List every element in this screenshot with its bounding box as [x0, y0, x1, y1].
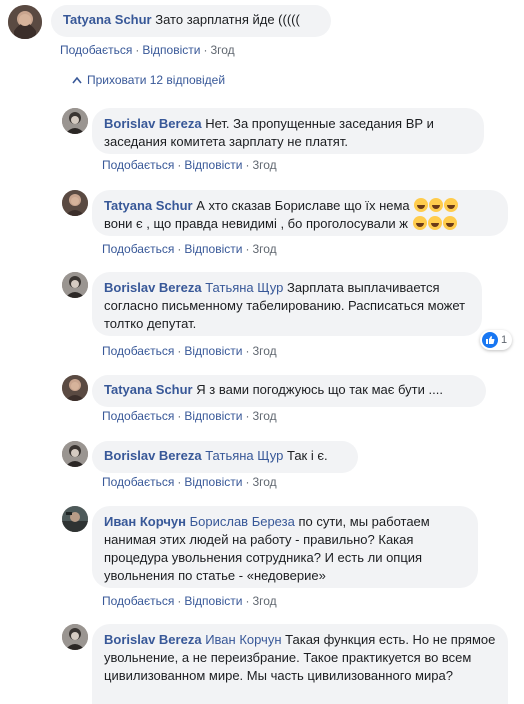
comment-time[interactable]: 3год	[210, 43, 234, 57]
laughing-emoji-icon	[427, 216, 442, 230]
comment-text: Так і є.	[286, 448, 328, 463]
person-photo-icon	[62, 108, 88, 134]
hide-replies-label: Приховати 12 відповідей	[87, 73, 226, 87]
comment-author[interactable]: Borislav Bereza	[104, 280, 202, 295]
person-photo-icon	[62, 624, 88, 650]
comment-actions: Подобається · Відповісти · 3год	[102, 158, 277, 172]
like-link[interactable]: Подобається	[60, 43, 132, 57]
comment-actions: Подобається · Відповісти · 3год	[102, 344, 277, 358]
like-link[interactable]: Подобається	[102, 158, 174, 172]
comment-actions: Подобається · Відповісти · 3год	[102, 242, 277, 256]
chevron-up-icon	[72, 76, 82, 84]
comment-time[interactable]: 3год	[252, 344, 276, 358]
avatar[interactable]	[62, 506, 88, 532]
comment-time[interactable]: 3год	[252, 409, 276, 423]
person-photo-icon	[62, 272, 88, 298]
reply-link[interactable]: Відповісти	[184, 594, 242, 608]
comment-actions: Подобається · Відповісти · 3год	[102, 475, 277, 489]
comment-bubble: Borislav Bereza Татьяна Щур Зарплата вып…	[92, 272, 482, 336]
comment-author[interactable]: Borislav Bereza	[104, 116, 202, 131]
reply-link[interactable]: Відповісти	[184, 242, 242, 256]
like-link[interactable]: Подобається	[102, 594, 174, 608]
mention-link[interactable]: Борислав Береза	[190, 514, 295, 529]
comment-bubble: Borislav Bereza Иван Корчун Такая функци…	[92, 624, 508, 704]
comment-bubble: Иван Корчун Борислав Береза по сути, мы …	[92, 506, 478, 588]
reply-link[interactable]: Відповісти	[184, 409, 242, 423]
avatar[interactable]	[62, 272, 88, 298]
like-link[interactable]: Подобається	[102, 409, 174, 423]
comment-bubble: Tatyana Schur Я з вами погоджуюсь що так…	[92, 375, 486, 407]
laughing-emoji-icon	[442, 216, 457, 230]
thumbs-up-icon	[482, 332, 498, 348]
comment-text-line1: А хто сказав Бориславе що їх нема	[196, 198, 410, 213]
avatar[interactable]	[8, 5, 42, 39]
laughing-emoji-icon	[429, 198, 444, 212]
reaction-count[interactable]: 1	[480, 330, 513, 350]
comment-text-line2: вони є , що правда невидимі , бо проголо…	[104, 216, 408, 231]
comment-time[interactable]: 3год	[252, 158, 276, 172]
reply-link[interactable]: Відповісти	[142, 43, 200, 57]
laughing-emoji-icon	[414, 198, 429, 212]
avatar[interactable]	[62, 375, 88, 401]
comment-author[interactable]: Tatyana Schur	[104, 382, 193, 397]
avatar[interactable]	[62, 108, 88, 134]
laughing-emoji-icon	[444, 198, 459, 212]
reaction-number: 1	[501, 334, 508, 346]
comment-time[interactable]: 3год	[252, 242, 276, 256]
comment-bubble: Borislav Bereza Нет. За пропущенные засе…	[92, 108, 484, 154]
comment-author[interactable]: Иван Корчун	[104, 514, 186, 529]
mention-link[interactable]: Иван Корчун	[205, 632, 281, 647]
comment-author[interactable]: Tatyana Schur	[63, 12, 152, 27]
person-photo-icon	[62, 441, 88, 467]
like-link[interactable]: Подобається	[102, 242, 174, 256]
comment-author[interactable]: Borislav Bereza	[104, 448, 202, 463]
mention-link[interactable]: Татьяна Щур	[205, 448, 283, 463]
comment-actions: Подобається · Відповісти · 3год	[60, 43, 235, 57]
comment-bubble: Tatyana Schur А хто сказав Бориславе що …	[92, 190, 508, 236]
comment-actions: Подобається · Відповісти · 3год	[102, 409, 277, 423]
comment-author[interactable]: Tatyana Schur	[104, 198, 193, 213]
comment-text: Я з вами погоджуюсь що так має бути ....	[196, 382, 443, 397]
person-photo-icon	[62, 506, 88, 532]
like-link[interactable]: Подобається	[102, 344, 174, 358]
reply-link[interactable]: Відповісти	[184, 344, 242, 358]
avatar[interactable]	[62, 624, 88, 650]
comment-author[interactable]: Borislav Bereza	[104, 632, 202, 647]
comment-time[interactable]: 3год	[252, 594, 276, 608]
avatar[interactable]	[62, 441, 88, 467]
avatar[interactable]	[62, 190, 88, 216]
person-photo-icon	[62, 190, 88, 216]
person-photo-icon	[8, 5, 42, 39]
comment-actions: Подобається · Відповісти · 3год	[102, 594, 277, 608]
comment-text: Зато зарплатня йде (((((	[155, 12, 300, 27]
mention-link[interactable]: Татьяна Щур	[205, 280, 283, 295]
person-photo-icon	[62, 375, 88, 401]
like-link[interactable]: Подобається	[102, 475, 174, 489]
comment-bubble: Tatyana Schur Зато зарплатня йде (((((	[51, 5, 331, 37]
laughing-emoji-icon	[412, 216, 427, 230]
hide-replies-toggle[interactable]: Приховати 12 відповідей	[72, 72, 225, 88]
comment-bubble: Borislav Bereza Татьяна Щур Так і є.	[92, 441, 358, 473]
reply-link[interactable]: Відповісти	[184, 475, 242, 489]
comment-time[interactable]: 3год	[252, 475, 276, 489]
reply-link[interactable]: Відповісти	[184, 158, 242, 172]
